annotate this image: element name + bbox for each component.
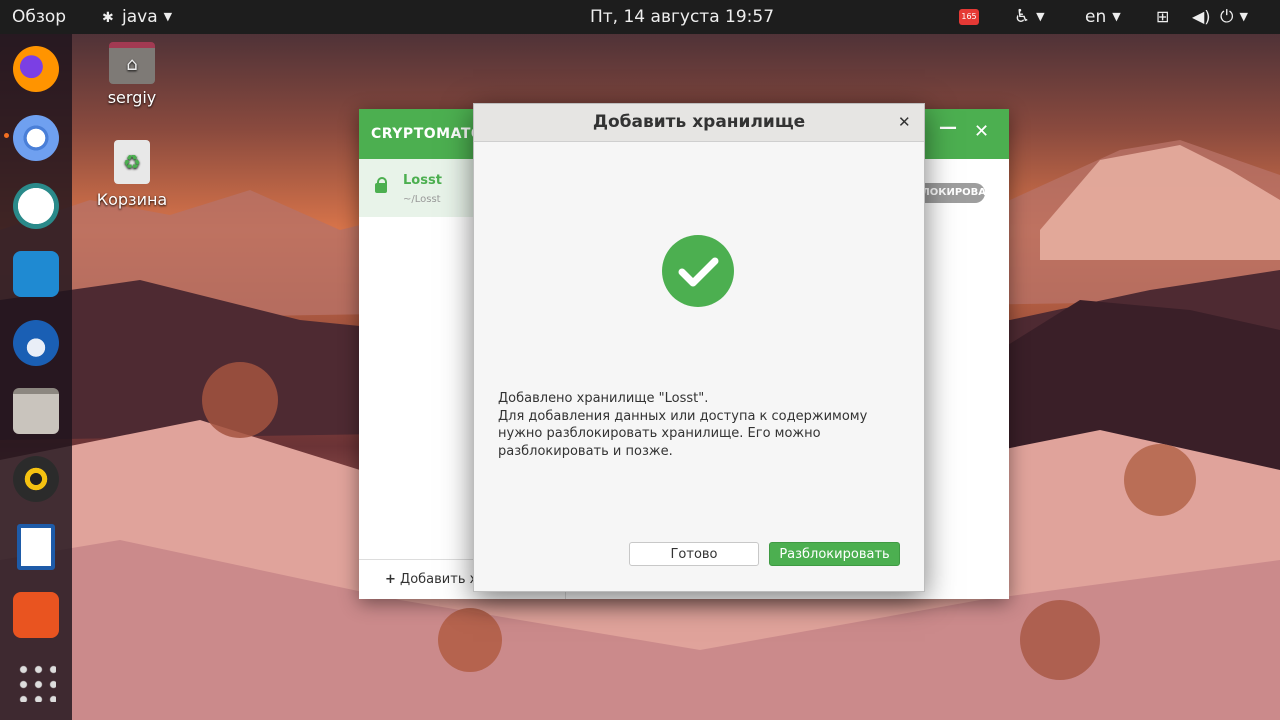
- dialog-message: Добавлено хранилище "Losst". Для добавле…: [498, 390, 898, 460]
- libreoffice-writer-icon[interactable]: [17, 524, 55, 570]
- software-center-icon[interactable]: [13, 592, 59, 638]
- firefox-icon[interactable]: [13, 46, 59, 92]
- home-folder-icon: ⌂: [109, 42, 155, 84]
- vault-name: Losst: [403, 173, 442, 188]
- close-icon[interactable]: ✕: [898, 110, 911, 134]
- thunderbird-icon[interactable]: [13, 320, 59, 366]
- tray-notification-badge[interactable]: 165: [959, 9, 979, 25]
- chevron-down-icon: ▼: [163, 10, 173, 23]
- dialog-body: Добавлено хранилище "Losst". Для добавле…: [474, 142, 924, 591]
- activities-button[interactable]: Обзор: [12, 0, 66, 34]
- chevron-down-icon: ▼: [1036, 10, 1045, 23]
- add-vault-dialog: Добавить хранилище ✕ Добавлено хранилище…: [473, 103, 925, 592]
- top-bar: Обзор ✱ java ▼ Пт, 14 августа 19:57 165 ♿ ▼…: [0, 0, 1280, 34]
- language-label: en: [1085, 7, 1107, 27]
- app-menu[interactable]: ✱ java ▼: [102, 0, 172, 34]
- desktop-home-folder[interactable]: ⌂ sergiy: [87, 42, 177, 107]
- dialog-titlebar[interactable]: Добавить хранилище ✕: [474, 104, 924, 142]
- dialog-message-line2: Для добавления данных или доступа к соде…: [498, 408, 868, 459]
- success-check-icon: [662, 235, 734, 307]
- dialog-title: Добавить хранилище: [592, 112, 806, 132]
- files-icon[interactable]: [13, 388, 59, 434]
- rhythmbox-icon[interactable]: [13, 456, 59, 502]
- add-vault-label: Добавить х: [400, 572, 478, 587]
- vault-path: ~/Losst: [403, 194, 441, 205]
- language-menu[interactable]: en ▼: [1085, 0, 1121, 34]
- dialog-message-line1: Добавлено хранилище "Losst".: [498, 391, 709, 406]
- app-menu-label: java: [122, 7, 158, 27]
- volume-icon[interactable]: ◀): [1192, 0, 1211, 34]
- trash-icon: ♻: [114, 140, 150, 184]
- running-indicator: [4, 133, 9, 138]
- minimize-icon[interactable]: —: [939, 117, 957, 138]
- chevron-down-icon: ▼: [1112, 10, 1121, 23]
- done-button[interactable]: Готово: [629, 542, 759, 566]
- chromium-icon[interactable]: [13, 115, 59, 161]
- app-grid-icon[interactable]: [16, 662, 56, 702]
- power-icon[interactable]: ⏻ ▼: [1220, 0, 1248, 34]
- accessibility-menu[interactable]: ♿ ▼: [1014, 0, 1045, 34]
- remmina-icon[interactable]: [13, 183, 59, 229]
- clock[interactable]: Пт, 14 августа 19:57: [590, 0, 774, 34]
- close-icon[interactable]: ✕: [974, 121, 989, 142]
- network-icon[interactable]: ⊞: [1156, 0, 1169, 34]
- dock: [0, 34, 72, 720]
- bug-icon: ✱: [102, 10, 114, 26]
- unlock-button[interactable]: Разблокировать: [769, 542, 900, 566]
- lock-icon: [375, 177, 387, 193]
- desktop-trash[interactable]: ♻ Корзина: [87, 140, 177, 209]
- desktop-trash-label: Корзина: [96, 190, 168, 209]
- accessibility-icon: ♿: [1014, 6, 1031, 27]
- plus-icon: +: [385, 572, 396, 587]
- vscode-icon[interactable]: [13, 251, 59, 297]
- chevron-down-icon: ▼: [1239, 10, 1248, 23]
- desktop-home-label: sergiy: [107, 88, 157, 107]
